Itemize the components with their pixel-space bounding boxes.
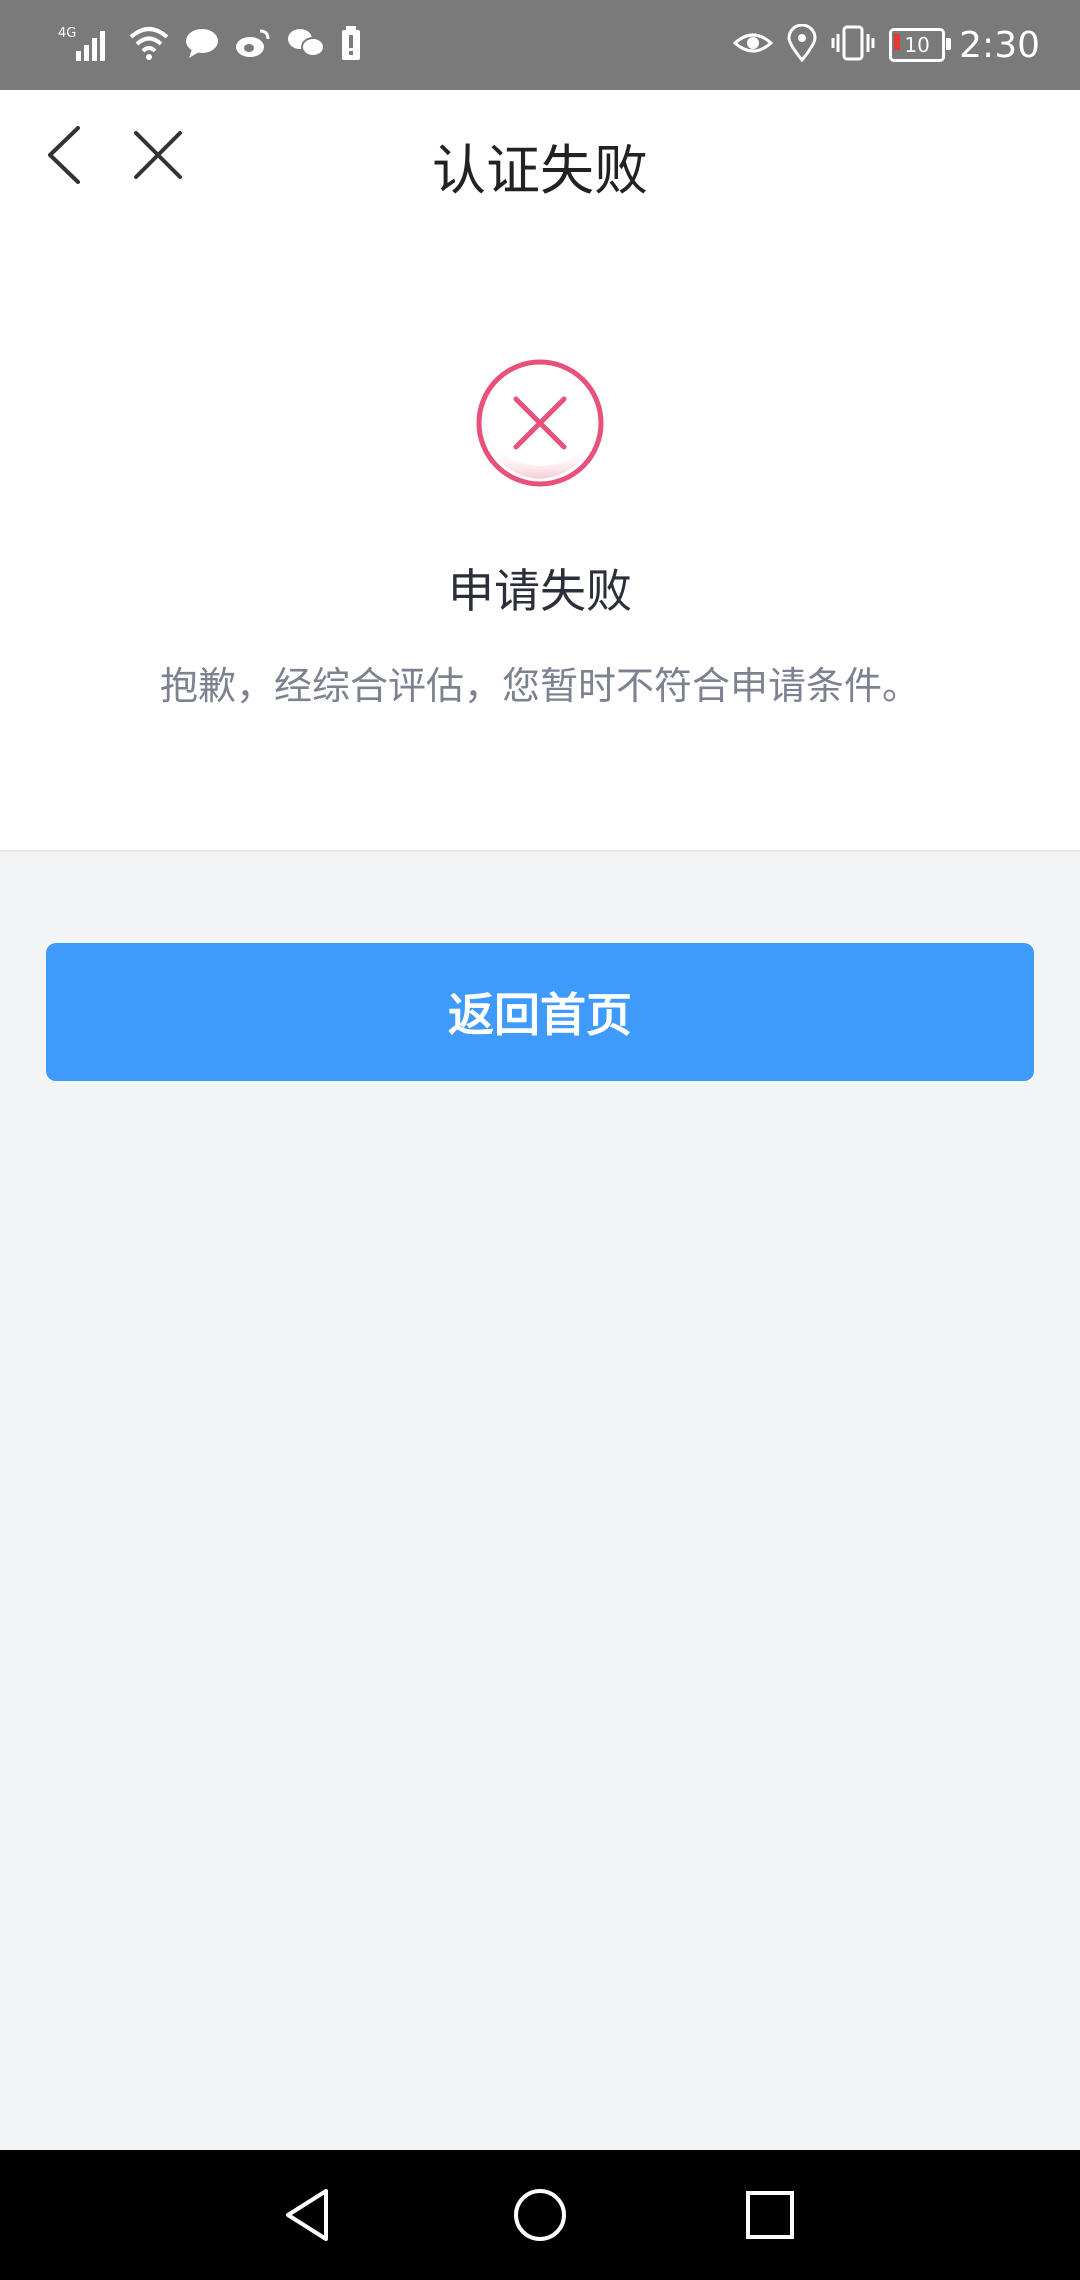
- result-title: 申请失败: [448, 564, 632, 618]
- status-bar: 4G 10 2:30: [0, 0, 1080, 90]
- eye-icon: [732, 27, 774, 63]
- page-title: 认证失败: [432, 139, 648, 202]
- battery-alert-icon: [340, 25, 362, 65]
- result-panel: 申请失败 抱歉，经综合评估，您暂时不符合申请条件。: [0, 225, 1080, 852]
- signal-icon: 4G: [58, 23, 114, 67]
- wechat-icon: [286, 25, 326, 65]
- battery-icon: 10: [889, 28, 952, 62]
- battery-level: 10: [904, 33, 930, 57]
- square-recents-icon[interactable]: [740, 2185, 800, 2245]
- location-icon: [787, 23, 817, 66]
- error-circle-icon: [474, 357, 606, 489]
- weibo-icon: [234, 25, 272, 65]
- circle-home-icon[interactable]: [510, 2185, 570, 2245]
- network-type: 4G: [58, 26, 76, 41]
- chat-bubble-icon: [184, 25, 220, 65]
- clock: 2:30: [959, 24, 1040, 66]
- nav-header: 认证失败: [0, 90, 1080, 225]
- system-nav-bar: [0, 2150, 1080, 2280]
- return-home-button[interactable]: 返回首页: [46, 943, 1034, 1081]
- result-description: 抱歉，经综合评估，您暂时不符合申请条件。: [159, 664, 920, 708]
- status-bar-right: 10 2:30: [732, 20, 1040, 70]
- triangle-back-icon[interactable]: [278, 2185, 338, 2245]
- vibrate-icon: [831, 24, 875, 66]
- status-bar-left: 4G: [58, 20, 362, 70]
- wifi-icon: [128, 23, 170, 67]
